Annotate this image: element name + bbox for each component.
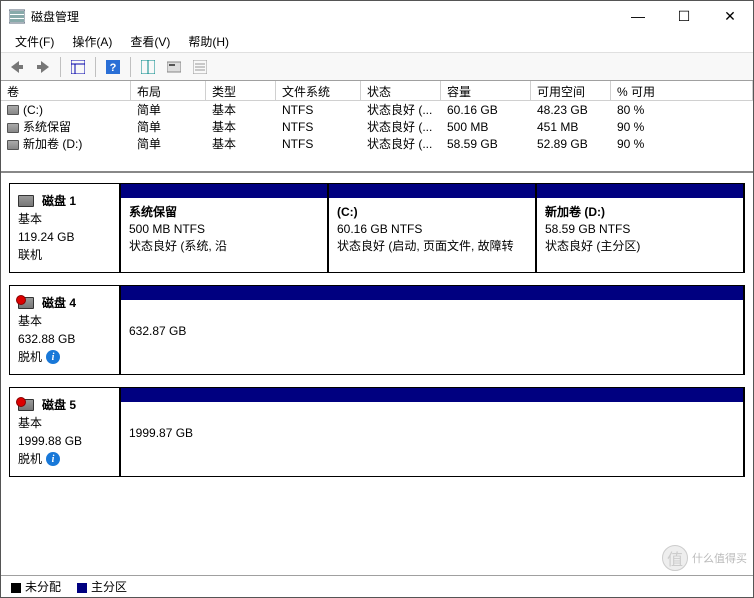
partition[interactable]: (C:)60.16 GB NTFS状态良好 (启动, 页面文件, 故障转: [327, 183, 536, 273]
settings-button[interactable]: [188, 56, 212, 78]
partition-stripe: [121, 184, 327, 198]
volume-list: 卷 布局 类型 文件系统 状态 容量 可用空间 % 可用 (C:)简单基本NTF…: [1, 81, 753, 173]
view-list-button[interactable]: [66, 56, 90, 78]
back-button[interactable]: [5, 56, 29, 78]
disk-info[interactable]: 磁盘 5基本1999.88 GB脱机i: [10, 388, 120, 476]
drive-icon: [7, 140, 19, 150]
refresh-button[interactable]: [136, 56, 160, 78]
disk-icon: [18, 399, 34, 411]
titlebar[interactable]: 磁盘管理 — ☐ ✕: [1, 1, 753, 31]
col-free[interactable]: 可用空间: [531, 81, 611, 100]
partition-stripe: [121, 286, 743, 300]
info-icon[interactable]: i: [46, 350, 60, 364]
partition[interactable]: 新加卷 (D:)58.59 GB NTFS状态良好 (主分区): [535, 183, 744, 273]
toolbar-separator: [60, 57, 61, 77]
close-button[interactable]: ✕: [707, 1, 753, 31]
partition-stripe: [537, 184, 743, 198]
col-layout[interactable]: 布局: [131, 81, 206, 100]
maximize-button[interactable]: ☐: [661, 1, 707, 31]
col-filesystem[interactable]: 文件系统: [276, 81, 361, 100]
disk-block[interactable]: 磁盘 1基本119.24 GB联机系统保留500 MB NTFS状态良好 (系统…: [9, 183, 745, 273]
disk-graphical-view: 磁盘 1基本119.24 GB联机系统保留500 MB NTFS状态良好 (系统…: [1, 173, 753, 597]
disk-block[interactable]: 磁盘 4基本632.88 GB脱机i 632.87 GB: [9, 285, 745, 375]
partition[interactable]: 632.87 GB: [119, 285, 744, 375]
col-status[interactable]: 状态: [361, 81, 441, 100]
forward-button[interactable]: [31, 56, 55, 78]
partition[interactable]: 系统保留500 MB NTFS状态良好 (系统, 沿: [119, 183, 328, 273]
volume-row[interactable]: 新加卷 (D:)简单基本NTFS状态良好 (...58.59 GB52.89 G…: [1, 135, 753, 152]
disk-info[interactable]: 磁盘 4基本632.88 GB脱机i: [10, 286, 120, 374]
partition-row: 632.87 GB: [120, 286, 744, 374]
legend: 未分配 主分区: [1, 575, 753, 597]
minimize-button[interactable]: —: [615, 1, 661, 31]
disk-icon: [18, 297, 34, 309]
help-button[interactable]: ?: [101, 56, 125, 78]
disk-icon: [18, 195, 34, 207]
col-volume[interactable]: 卷: [1, 81, 131, 100]
volume-row[interactable]: (C:)简单基本NTFS状态良好 (...60.16 GB48.23 GB80 …: [1, 101, 753, 118]
partition-stripe: [121, 388, 743, 402]
menu-bar: 文件(F) 操作(A) 查看(V) 帮助(H): [1, 31, 753, 53]
partition-row: 1999.87 GB: [120, 388, 744, 476]
menu-view[interactable]: 查看(V): [122, 31, 178, 52]
disk-management-window: 磁盘管理 — ☐ ✕ 文件(F) 操作(A) 查看(V) 帮助(H) ? 卷 布…: [0, 0, 754, 598]
partition-row: 系统保留500 MB NTFS状态良好 (系统, 沿(C:)60.16 GB N…: [120, 184, 744, 272]
drive-icon: [7, 105, 19, 115]
partition-stripe: [329, 184, 535, 198]
disk-block[interactable]: 磁盘 5基本1999.88 GB脱机i 1999.87 GB: [9, 387, 745, 477]
legend-unallocated: 未分配: [11, 578, 61, 595]
window-title: 磁盘管理: [31, 8, 615, 25]
disk-info[interactable]: 磁盘 1基本119.24 GB联机: [10, 184, 120, 272]
drive-icon: [7, 123, 19, 133]
col-capacity[interactable]: 容量: [441, 81, 531, 100]
toolbar: ?: [1, 53, 753, 81]
col-type[interactable]: 类型: [206, 81, 276, 100]
toolbar-separator: [95, 57, 96, 77]
list-header: 卷 布局 类型 文件系统 状态 容量 可用空间 % 可用: [1, 81, 753, 101]
app-icon: [9, 8, 25, 24]
info-icon[interactable]: i: [46, 452, 60, 466]
window-controls: — ☐ ✕: [615, 1, 753, 31]
col-percent[interactable]: % 可用: [611, 81, 753, 100]
svg-text:?: ?: [110, 62, 117, 74]
menu-file[interactable]: 文件(F): [7, 31, 62, 52]
list-body: (C:)简单基本NTFS状态良好 (...60.16 GB48.23 GB80 …: [1, 101, 753, 171]
legend-primary: 主分区: [77, 578, 127, 595]
partition[interactable]: 1999.87 GB: [119, 387, 744, 477]
toolbar-separator: [130, 57, 131, 77]
properties-button[interactable]: [162, 56, 186, 78]
volume-row[interactable]: 系统保留简单基本NTFS状态良好 (...500 MB451 MB90 %: [1, 118, 753, 135]
menu-help[interactable]: 帮助(H): [180, 31, 237, 52]
menu-action[interactable]: 操作(A): [64, 31, 120, 52]
